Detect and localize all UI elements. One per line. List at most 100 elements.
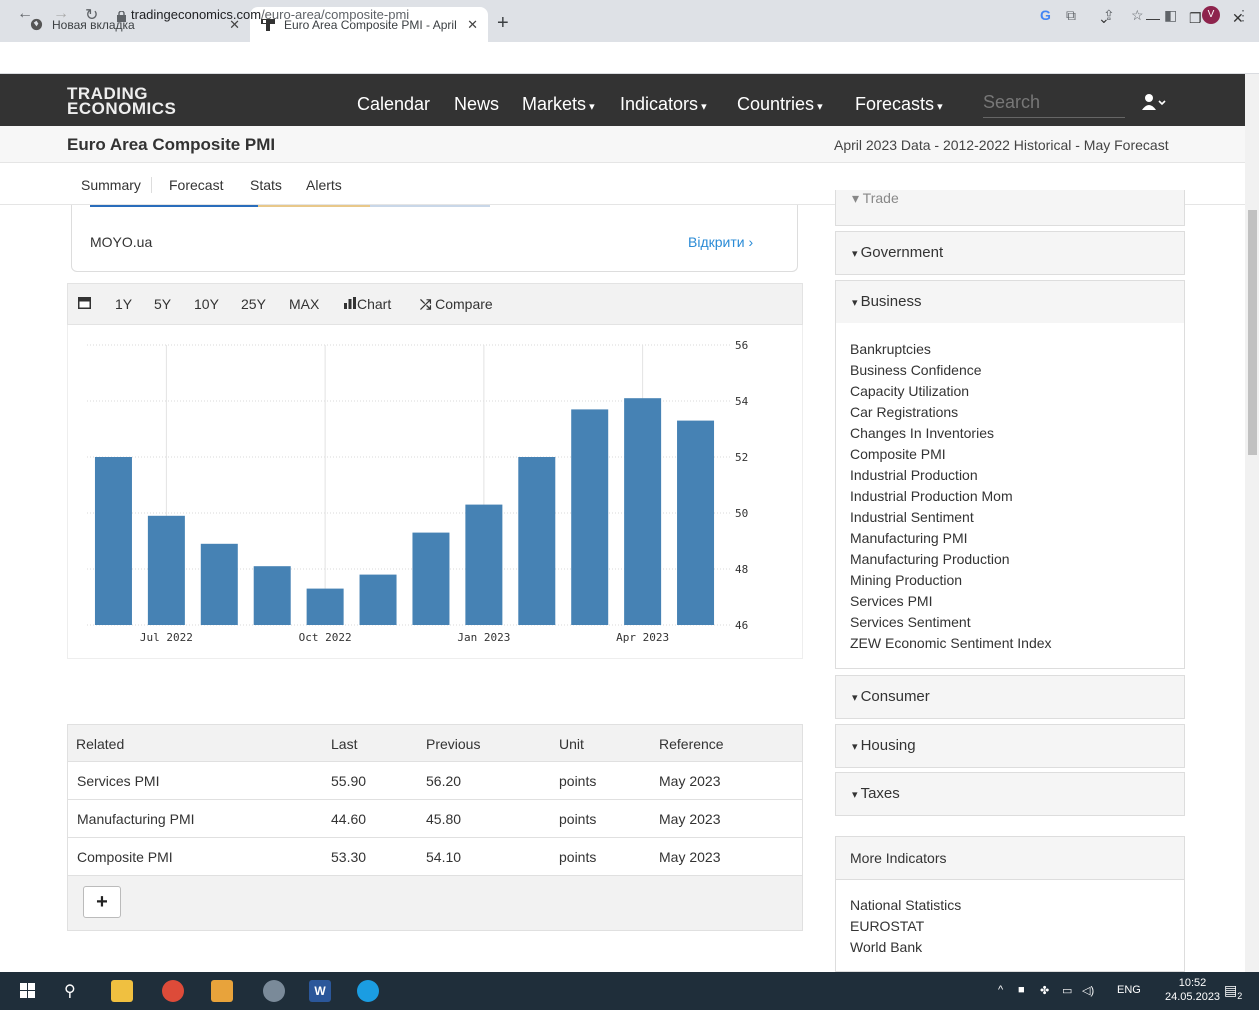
windows-start-icon[interactable] [20, 983, 35, 1003]
sidebar-taxes-label: ▾ Taxes [852, 785, 900, 802]
chart-type-button[interactable]: Chart [343, 296, 391, 312]
minimize-icon[interactable]: — [1146, 10, 1160, 26]
new-tab-icon[interactable]: + [497, 12, 509, 35]
chart-bar[interactable] [571, 409, 609, 625]
chart-bar[interactable] [306, 588, 344, 625]
tab-alerts[interactable]: Alerts [306, 177, 342, 193]
search-icon[interactable]: ⚲ [64, 981, 76, 1001]
range-25y[interactable]: 25Y [241, 296, 266, 312]
menu-kebab-icon[interactable]: ⋮ [1236, 7, 1250, 24]
tab-forecast[interactable]: Forecast [169, 177, 223, 193]
sidebar-link[interactable]: ZEW Economic Sentiment Index [850, 635, 1052, 651]
compare-button[interactable]: ⤮ Compare [420, 296, 493, 313]
mail-app-icon[interactable] [211, 980, 233, 1002]
sidebar-link[interactable]: Manufacturing Production [850, 551, 1010, 567]
nav-countries-label: Countries [737, 94, 815, 114]
related-name-link[interactable]: Services PMI [77, 773, 159, 789]
page-scrollbar[interactable] [1245, 74, 1259, 972]
chart-bar[interactable] [94, 457, 132, 625]
forward-icon[interactable]: → [53, 5, 69, 23]
edge-icon[interactable] [357, 980, 379, 1002]
chart-bar[interactable] [677, 420, 715, 625]
side-panel-icon[interactable]: ◧ [1164, 7, 1177, 24]
sidebar-link[interactable]: Capacity Utilization [850, 383, 969, 399]
restore-icon[interactable]: ❐ [1189, 10, 1202, 27]
translate-icon[interactable]: ⧉ [1066, 7, 1076, 24]
scrollbar-thumb[interactable] [1248, 210, 1257, 455]
chart-bar[interactable] [200, 543, 238, 625]
user-icon[interactable] [1142, 93, 1166, 116]
word-icon[interactable]: W [309, 980, 331, 1002]
tab-stats[interactable]: Stats [250, 177, 282, 193]
caret-down-icon: ▾ [852, 297, 861, 309]
close-tab-icon[interactable]: ✕ [467, 17, 478, 33]
add-related-button[interactable]: + [83, 886, 121, 918]
more-indicator-link[interactable]: World Bank [850, 939, 922, 955]
ad-open-link[interactable]: Відкрити › [688, 234, 753, 250]
search-input[interactable]: Search [983, 92, 1125, 118]
related-table-footer [67, 876, 803, 931]
sidebar-link[interactable]: Industrial Production Mom [850, 488, 1013, 504]
chart-bar[interactable] [359, 574, 397, 625]
tab-summary[interactable]: Summary [81, 177, 152, 193]
back-icon[interactable]: ← [17, 5, 33, 23]
lock-icon[interactable] [117, 9, 126, 22]
nav-news[interactable]: News [454, 94, 499, 115]
nav-indicators[interactable]: Indicators ▾ [620, 94, 707, 115]
sidebar-link[interactable]: Services Sentiment [850, 614, 971, 630]
address-bar[interactable]: tradingeconomics.com/euro-area/composite… [131, 7, 409, 22]
sidebar-link[interactable]: Industrial Sentiment [850, 509, 974, 525]
google-icon[interactable]: G [1040, 7, 1051, 23]
reload-icon[interactable]: ↻ [85, 5, 98, 25]
sidebar-link[interactable]: Bankruptcies [850, 341, 931, 357]
related-reference: May 2023 [659, 849, 721, 865]
calendar-icon[interactable] [78, 296, 91, 312]
sidebar-link[interactable]: Business Confidence [850, 362, 982, 378]
sidebar-link[interactable]: Changes In Inventories [850, 425, 994, 441]
profile-avatar[interactable]: V [1202, 6, 1220, 24]
chrome-icon[interactable] [162, 980, 184, 1002]
sidebar-link[interactable]: Manufacturing PMI [850, 530, 968, 546]
sidebar-link[interactable]: Mining Production [850, 572, 962, 588]
sidebar-trade-text: Trade [862, 193, 899, 206]
system-clock[interactable]: 10:52 24.05.2023 [1165, 976, 1220, 1004]
range-1y[interactable]: 1Y [115, 296, 132, 312]
tray-app-icon[interactable]: ■ [1018, 984, 1025, 996]
share-icon[interactable]: ⇪ [1103, 7, 1115, 24]
sidebar-link[interactable]: Car Registrations [850, 404, 958, 420]
nav-countries[interactable]: Countries ▾ [737, 94, 823, 115]
related-name-link[interactable]: Manufacturing PMI [77, 811, 195, 827]
chart-bar[interactable] [147, 515, 185, 625]
bookmark-star-icon[interactable]: ☆ [1131, 7, 1144, 24]
more-indicator-link[interactable]: National Statistics [850, 897, 961, 913]
nav-calendar[interactable]: Calendar [357, 94, 430, 115]
range-5y[interactable]: 5Y [154, 296, 171, 312]
language-indicator[interactable]: ENG [1117, 984, 1141, 996]
file-explorer-icon[interactable] [111, 980, 133, 1002]
chart-type-label: Chart [357, 296, 392, 312]
chart-bar[interactable] [412, 532, 450, 625]
site-logo[interactable]: TRADING ECONOMICS [67, 85, 176, 117]
sidebar-link[interactable]: Composite PMI [850, 446, 946, 462]
tray-app2-icon[interactable]: ✤ [1040, 984, 1049, 997]
caret-down-icon: ▾ [852, 248, 861, 260]
nav-markets[interactable]: Markets ▾ [522, 94, 595, 115]
range-10y[interactable]: 10Y [194, 296, 219, 312]
chart-bar[interactable] [518, 457, 556, 625]
related-name-link[interactable]: Composite PMI [77, 849, 173, 865]
y-tick-label: 56 [735, 339, 748, 352]
sidebar-trade-label: ▾ Trade [852, 193, 899, 209]
more-indicator-link[interactable]: EUROSTAT [850, 918, 924, 934]
tray-expand-icon[interactable]: ^ [998, 984, 1003, 996]
sidebar-link[interactable]: Industrial Production [850, 467, 978, 483]
network-icon[interactable]: ▭ [1062, 984, 1072, 997]
notifications-icon[interactable]: ▤2 [1224, 982, 1242, 1001]
chart-bar[interactable] [465, 504, 503, 625]
chart-bar[interactable] [253, 566, 291, 625]
chart-bar[interactable] [624, 398, 662, 625]
sidebar-link[interactable]: Services PMI [850, 593, 932, 609]
nav-forecasts[interactable]: Forecasts ▾ [855, 94, 943, 115]
range-max[interactable]: MAX [289, 296, 319, 312]
volume-icon[interactable]: ◁) [1082, 984, 1094, 997]
app-icon[interactable] [263, 980, 285, 1002]
